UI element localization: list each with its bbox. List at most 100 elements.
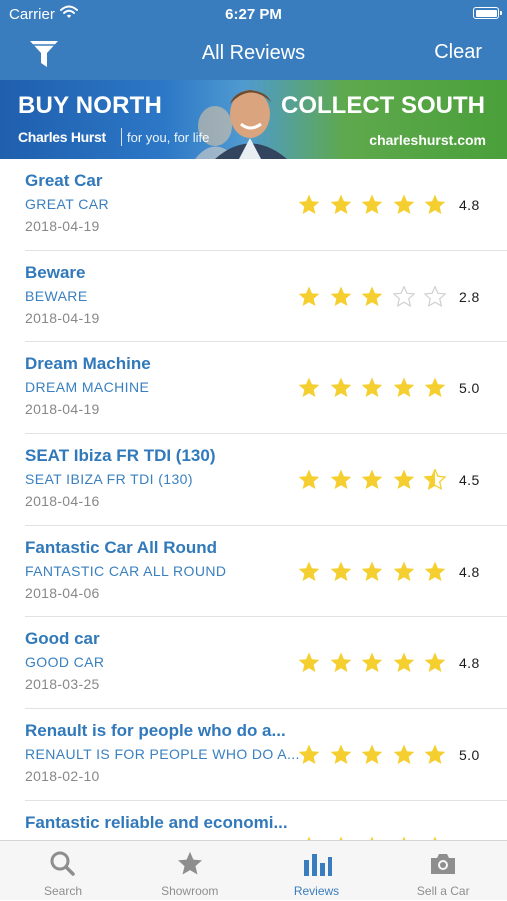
star-icon	[393, 652, 414, 673]
rating-value: 4.8	[459, 655, 480, 672]
star-icon	[330, 194, 351, 214]
star-icon	[298, 744, 320, 765]
review-subtitle: SEAT IBIZA FR TDI (130)	[25, 471, 193, 488]
review-title: Good car	[25, 629, 100, 649]
tab-bar: Search Showroom Reviews Sell a Car	[0, 840, 507, 900]
rating-value: 2.8	[459, 288, 480, 305]
star-icon	[393, 377, 414, 398]
star-icon	[361, 561, 383, 581]
review-row[interactable]: SEAT Ibiza FR TDI (130) SEAT IBIZA FR TDI…	[0, 434, 507, 526]
navigation-bar: All Reviews Clear	[0, 28, 507, 80]
tab-search[interactable]: Search	[0, 841, 126, 901]
review-title: Fantastic Car All Round	[25, 537, 218, 557]
review-title: Beware	[25, 262, 86, 282]
star-icon	[424, 744, 446, 765]
star-icon	[393, 469, 414, 490]
star-icon	[177, 851, 202, 875]
star-icon	[298, 652, 320, 673]
star-icon	[393, 744, 414, 765]
star-icon	[298, 377, 320, 398]
banner-url: charleshurst.com	[369, 132, 486, 148]
banner-headline-left: BUY NORTH	[18, 92, 163, 119]
rating-value: 5.0	[459, 747, 480, 764]
review-row[interactable]: Great Car GREAT CAR 2018-04-19 4.8	[0, 159, 507, 251]
review-subtitle: FANTASTIC CAR ALL ROUND	[25, 562, 227, 579]
review-title: Renault is for people who do a...	[25, 721, 286, 741]
tab-label: Showroom	[161, 884, 219, 898]
star-icon	[330, 286, 351, 306]
review-date: 2018-04-16	[25, 493, 100, 510]
review-date: 2018-03-25	[25, 676, 100, 693]
tab-reviews[interactable]: Reviews	[254, 841, 380, 901]
camera-icon	[431, 854, 456, 874]
star-icon	[424, 652, 446, 673]
review-subtitle: GOOD CAR	[25, 654, 105, 671]
star-icon	[424, 561, 446, 581]
review-row[interactable]: Fantastic reliable and economi...	[0, 801, 507, 840]
review-subtitle: BEWARE	[25, 287, 88, 304]
star-icon	[392, 285, 415, 307]
review-title: SEAT Ibiza FR TDI (130)	[25, 446, 216, 466]
tab-sell-a-car[interactable]: Sell a Car	[380, 841, 506, 901]
page-title: All Reviews	[201, 42, 306, 64]
review-row[interactable]: Good car GOOD CAR 2018-03-25 4.8	[0, 617, 507, 709]
star-icon	[361, 652, 383, 673]
star-icon	[330, 377, 351, 398]
banner-person-image	[195, 90, 287, 159]
review-row[interactable]: Dream Machine DREAM MACHINE 2018-04-19 5.0	[0, 342, 507, 434]
star-icon	[330, 744, 351, 765]
review-date: 2018-04-06	[25, 584, 100, 601]
review-row[interactable]: Fantastic Car All Round FANTASTIC CAR ALL…	[0, 526, 507, 618]
clear-button[interactable]: Clear	[434, 41, 482, 64]
rating-value: 5.0	[459, 380, 480, 397]
banner-tagline: for you, for life	[127, 130, 210, 145]
banner-brand: Charles Hurst	[18, 129, 106, 145]
tab-label: Search	[43, 884, 83, 898]
rating-value: 4.8	[459, 197, 480, 213]
status-bar: Carrier 6:27 PM	[0, 0, 507, 28]
star-icon	[298, 194, 320, 214]
review-subtitle: GREAT CAR	[25, 196, 109, 212]
star-icon	[424, 285, 446, 307]
review-subtitle: DREAM MACHINE	[25, 379, 150, 396]
star-icon	[361, 194, 383, 214]
star-icon	[361, 744, 383, 765]
star-icon	[361, 377, 383, 398]
review-title: Fantastic reliable and economi...	[25, 812, 288, 832]
rating-value: 4.8	[459, 563, 480, 580]
star-icon	[330, 561, 351, 581]
review-row[interactable]: Renault is for people who do a... RENAULT…	[0, 709, 507, 801]
star-icon	[361, 286, 383, 306]
star-icon	[393, 561, 414, 581]
search-icon	[50, 851, 75, 876]
status-time: 6:27 PM	[225, 6, 282, 23]
star-icon	[330, 652, 351, 673]
star-icon	[393, 194, 414, 214]
tab-label: Sell a Car	[416, 884, 470, 898]
star-icon	[424, 194, 446, 214]
bar-chart-icon	[303, 854, 332, 876]
review-date: 2018-04-19	[25, 401, 100, 418]
banner-divider	[121, 128, 122, 146]
review-date: 2018-02-10	[25, 768, 100, 785]
review-title: Great Car	[25, 171, 103, 190]
star-icon	[298, 469, 320, 490]
review-date: 2018-04-19	[25, 309, 100, 326]
review-subtitle: RENAULT IS FOR PEOPLE WHO DO A...	[25, 746, 300, 763]
review-list[interactable]: Great Car GREAT CAR 2018-04-19 4.8 Beware BEW…	[0, 159, 507, 840]
star-icon	[361, 469, 383, 490]
battery-icon	[473, 7, 502, 19]
star-icon	[298, 286, 320, 306]
review-title: Dream Machine	[25, 354, 151, 374]
tab-label: Reviews	[293, 884, 340, 898]
advert-banner[interactable]: BUY NORTH Charles Hurst for you, for lif…	[0, 80, 507, 159]
tab-showroom[interactable]: Showroom	[127, 841, 253, 901]
banner-headline-right: COLLECT SOUTH	[281, 92, 485, 119]
star-icon	[330, 469, 351, 490]
rating-value: 4.5	[459, 472, 480, 489]
review-date: 2018-04-19	[25, 218, 100, 234]
star-icon	[424, 377, 446, 398]
star-icon	[424, 468, 446, 490]
review-row[interactable]: Beware BEWARE 2018-04-19 2.8	[0, 251, 507, 343]
star-icon	[298, 561, 320, 581]
